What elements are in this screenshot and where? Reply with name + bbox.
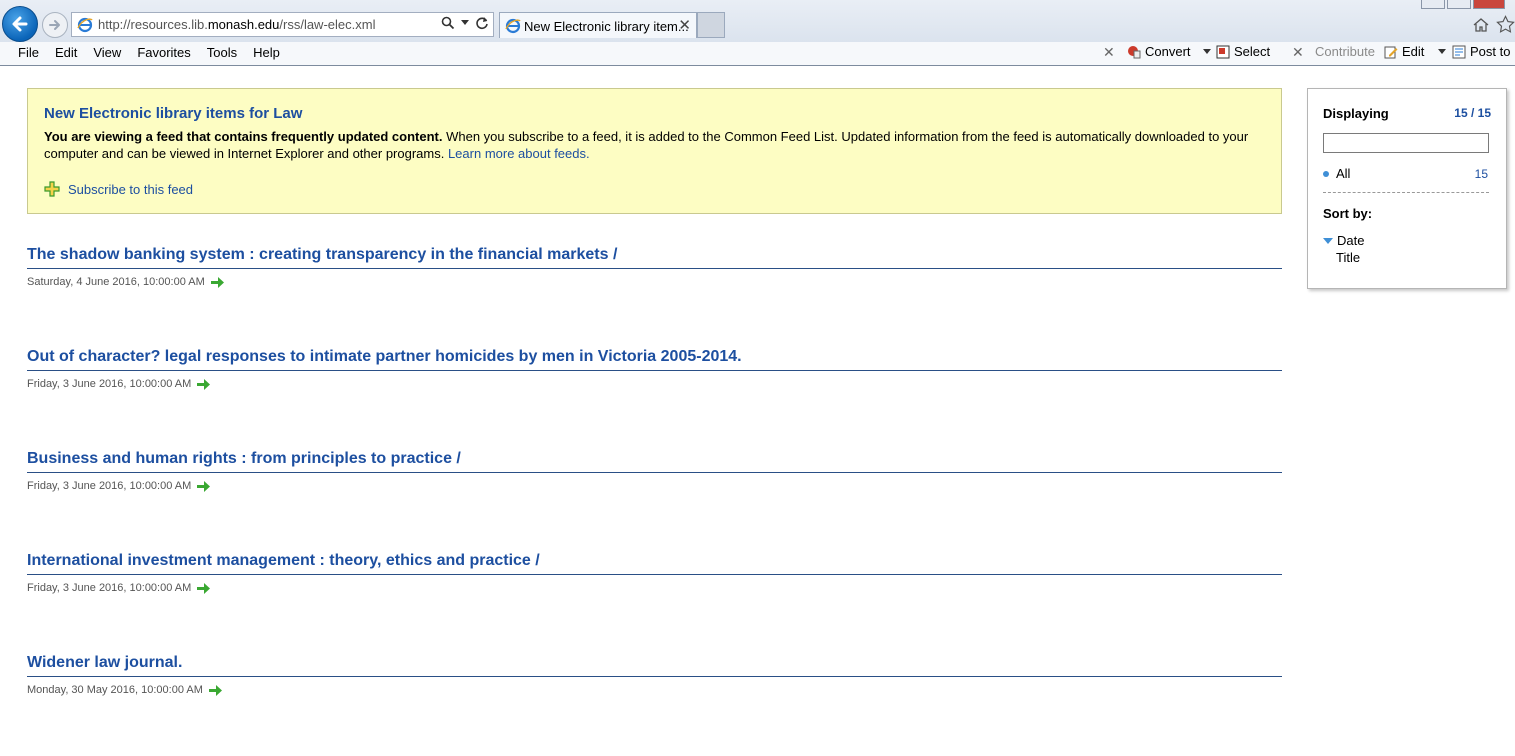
bullet-icon — [1323, 170, 1329, 177]
filter-all-count: 15 — [1474, 167, 1488, 181]
close-toolbar-icon[interactable]: ✕ — [1103, 44, 1115, 61]
feed-item: Out of character? legal responses to int… — [27, 348, 1282, 450]
feed-list: The shadow banking system : creating tra… — [27, 246, 1282, 756]
go-arrow-icon[interactable] — [210, 276, 224, 288]
forward-arrow-icon — [49, 20, 60, 30]
feed-item-date: Saturday, 4 June 2016, 10:00:00 AM — [27, 276, 205, 288]
close-window-button[interactable] — [1473, 0, 1505, 9]
feed-item: The shadow banking system : creating tra… — [27, 246, 1282, 348]
ie-tab-icon — [505, 18, 521, 34]
back-arrow-icon — [12, 16, 28, 32]
feed-title: New Electronic library items for Law — [44, 105, 303, 122]
feed-item-date: Friday, 3 June 2016, 10:00:00 AM — [27, 582, 192, 594]
dropdown-icon[interactable] — [461, 20, 469, 26]
refresh-icon[interactable] — [475, 16, 489, 30]
edit-label: Edit — [1402, 44, 1425, 59]
convert-button[interactable]: Convert — [1127, 44, 1211, 59]
feed-item: International investment management : th… — [27, 552, 1282, 654]
search-icon[interactable] — [441, 16, 455, 30]
feed-item-meta: Monday, 30 May 2016, 10:00:00 AM — [27, 684, 1282, 696]
go-arrow-icon[interactable] — [208, 684, 222, 696]
post-label: Post to B — [1470, 44, 1515, 59]
feed-item-date: Monday, 30 May 2016, 10:00:00 AM — [27, 684, 203, 696]
menu-edit[interactable]: Edit — [47, 45, 85, 60]
feed-item-title[interactable]: Widener law journal. — [27, 654, 1282, 677]
go-arrow-icon[interactable] — [197, 480, 211, 492]
feed-item-title[interactable]: International investment management : th… — [27, 552, 1282, 575]
tab-feed[interactable]: New Electronic library item... ✕ — [499, 12, 697, 38]
edit-dropdown-icon[interactable] — [1428, 48, 1447, 55]
displaying-count: 15 / 15 — [1454, 106, 1491, 120]
filter-all-label: All — [1336, 166, 1351, 181]
browser-chrome: http://resources.lib.monash.edu/rss/law-… — [0, 0, 1515, 42]
feed-filter-panel: Displaying 15 / 15 All 15 Sort by: Date … — [1307, 88, 1507, 289]
forward-button[interactable] — [42, 12, 68, 38]
select-icon — [1216, 45, 1230, 58]
convert-label: Convert — [1145, 44, 1191, 59]
close-toolbar-2-icon[interactable]: ✕ — [1292, 44, 1304, 61]
filter-all[interactable]: All — [1323, 166, 1350, 181]
convert-dropdown-icon[interactable] — [1195, 48, 1211, 55]
menu-list: File Edit View Favorites Tools Help — [10, 45, 288, 60]
feed-notice-bold: You are viewing a feed that contains fre… — [44, 129, 443, 144]
sort-by-label: Sort by: — [1323, 206, 1373, 221]
minimize-button[interactable] — [1421, 0, 1445, 9]
contribute-label: Contribute — [1315, 44, 1375, 59]
feed-item-title[interactable]: Out of character? legal responses to int… — [27, 348, 1282, 371]
edit-button[interactable]: Edit — [1384, 44, 1447, 59]
sort-desc-icon — [1323, 237, 1333, 244]
menu-view[interactable]: View — [85, 45, 129, 60]
menu-file[interactable]: File — [10, 45, 47, 60]
home-icon[interactable] — [1473, 17, 1489, 33]
menu-favorites[interactable]: Favorites — [129, 45, 198, 60]
feed-notice: You are viewing a feed that contains fre… — [44, 128, 1269, 162]
menu-tools[interactable]: Tools — [199, 45, 245, 60]
feed-item-meta: Friday, 3 June 2016, 10:00:00 AM — [27, 378, 1282, 390]
contribute-button[interactable]: Contribute — [1315, 44, 1375, 59]
sort-date-option[interactable]: Date — [1323, 233, 1364, 248]
subscribe-plus-icon — [44, 181, 60, 197]
edit-icon — [1384, 46, 1398, 58]
back-button[interactable] — [2, 6, 38, 42]
subscribe-label: Subscribe to this feed — [68, 181, 194, 197]
tab-close-icon[interactable]: ✕ — [678, 16, 691, 34]
feed-item: Widener law journal. Monday, 30 May 2016… — [27, 654, 1282, 756]
displaying-label: Displaying — [1323, 106, 1389, 121]
feed-item-meta: Friday, 3 June 2016, 10:00:00 AM — [27, 480, 1282, 492]
sort-date-label: Date — [1337, 233, 1365, 248]
feed-item-title[interactable]: The shadow banking system : creating tra… — [27, 246, 1282, 269]
divider — [1323, 192, 1489, 193]
go-arrow-icon[interactable] — [197, 582, 211, 594]
learn-more-link[interactable]: Learn more about feeds. — [448, 146, 590, 161]
sort-title-option[interactable]: Title — [1336, 250, 1360, 265]
ie-page-icon — [77, 17, 93, 33]
new-tab-button[interactable] — [697, 12, 725, 38]
feed-item-meta: Saturday, 4 June 2016, 10:00:00 AM — [27, 276, 1282, 288]
convert-icon — [1128, 45, 1141, 58]
subscribe-link[interactable]: Subscribe to this feed — [44, 181, 193, 197]
favorites-star-icon[interactable] — [1496, 15, 1515, 34]
feed-item-title[interactable]: Business and human rights : from princip… — [27, 450, 1282, 473]
feed-item-meta: Friday, 3 June 2016, 10:00:00 AM — [27, 582, 1282, 594]
address-bar[interactable]: http://resources.lib.monash.edu/rss/law-… — [71, 12, 494, 37]
menu-bar: File Edit View Favorites Tools Help ✕ Co… — [0, 42, 1515, 66]
select-label: Select — [1234, 44, 1271, 59]
feed-item-date: Friday, 3 June 2016, 10:00:00 AM — [27, 480, 192, 492]
post-icon — [1452, 45, 1466, 58]
feed-item-date: Friday, 3 June 2016, 10:00:00 AM — [27, 378, 192, 390]
maximize-button[interactable] — [1447, 0, 1471, 9]
window-controls — [1421, 0, 1505, 9]
select-button[interactable]: Select — [1216, 44, 1270, 59]
feed-item: Business and human rights : from princip… — [27, 450, 1282, 552]
url-text[interactable]: http://resources.lib.monash.edu/rss/law-… — [98, 17, 375, 32]
tab-title: New Electronic library item... — [524, 19, 689, 34]
post-button[interactable]: Post to B — [1452, 44, 1515, 59]
go-arrow-icon[interactable] — [197, 378, 211, 390]
menu-help[interactable]: Help — [245, 45, 288, 60]
feed-info-banner: New Electronic library items for Law You… — [27, 88, 1282, 214]
filter-search-input[interactable] — [1323, 133, 1489, 153]
